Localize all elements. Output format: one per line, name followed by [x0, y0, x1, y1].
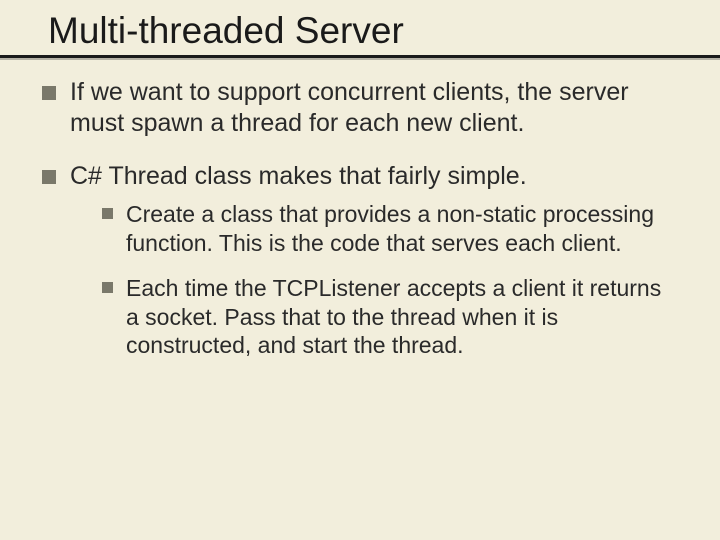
slide-body: If we want to support concurrent clients… — [0, 55, 720, 361]
bullet-list: If we want to support concurrent clients… — [42, 77, 678, 361]
bullet-text: If we want to support concurrent clients… — [70, 78, 629, 137]
bullet-item: If we want to support concurrent clients… — [42, 77, 678, 140]
sub-bullet-text: Create a class that provides a non-stati… — [126, 201, 654, 256]
sub-bullet-item: Each time the TCPListener accepts a clie… — [102, 274, 678, 360]
sub-bullet-text: Each time the TCPListener accepts a clie… — [126, 275, 661, 359]
sub-bullet-list: Create a class that provides a non-stati… — [70, 200, 678, 360]
sub-bullet-item: Create a class that provides a non-stati… — [102, 200, 678, 258]
title-underline — [0, 55, 720, 58]
bullet-text: C# Thread class makes that fairly simple… — [70, 162, 527, 190]
bullet-item: C# Thread class makes that fairly simple… — [42, 161, 678, 360]
title-wrap: Multi-threaded Server — [0, 0, 720, 55]
slide: Multi-threaded Server If we want to supp… — [0, 0, 720, 540]
slide-title: Multi-threaded Server — [0, 10, 720, 55]
